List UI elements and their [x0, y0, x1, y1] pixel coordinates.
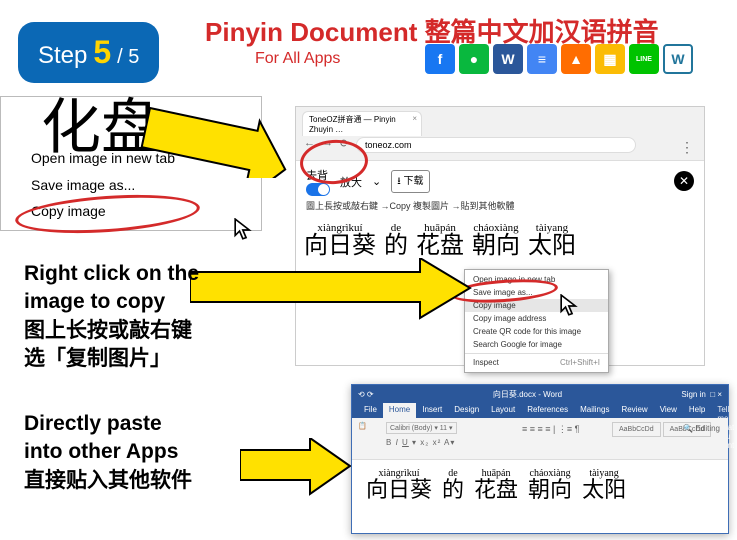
- tab-help[interactable]: Help: [683, 403, 711, 418]
- word-window: ⟲ ⟳ 向日葵.docx - Word Sign in □ × File Hom…: [351, 384, 729, 534]
- tab-references[interactable]: References: [521, 403, 574, 418]
- app-icons: f ● W ≡ ▲ ▦ LINE W: [425, 44, 693, 74]
- step-label: Step: [38, 42, 87, 70]
- word-icon: W: [493, 44, 523, 74]
- step-number: 5: [93, 34, 111, 71]
- subtitle: For All Apps: [255, 50, 340, 68]
- tab-mailings[interactable]: Mailings: [574, 403, 615, 418]
- ctx-inspect[interactable]: InspectCtrl+Shift+I: [465, 356, 608, 369]
- word-ribbon-body[interactable]: 📋 Calibri (Body) ▾ 11 ▾ B I U ▾ x₂ x² A▾…: [352, 418, 728, 460]
- word-word-3: huāpán花盘: [474, 468, 518, 501]
- tab-title: ToneOZ拼音通 — Pinyin Zhuyin …: [309, 115, 396, 134]
- google-slides-icon: ▦: [595, 44, 625, 74]
- word-document-body[interactable]: xiàngrìkuí向日葵 de的 huāpán花盘 cháoxiàng朝向 t…: [352, 460, 728, 509]
- word-5: tàiyang太阳: [528, 222, 576, 258]
- instruction-paste: Directly paste into other Apps 直接贴入其他软件: [24, 410, 192, 495]
- tab-close-icon[interactable]: ×: [412, 114, 417, 123]
- cursor-icon-2: [560, 294, 582, 323]
- tab-file[interactable]: File: [358, 403, 383, 418]
- tab-design[interactable]: Design: [448, 403, 485, 418]
- word-ribbon-tabs: File Home Insert Design Layout Reference…: [352, 403, 728, 418]
- word-word-5: tàiyang太阳: [582, 468, 626, 501]
- wechat-icon: ●: [459, 44, 489, 74]
- word-4: cháoxiàng朝向: [472, 222, 520, 258]
- tab-view[interactable]: View: [654, 403, 683, 418]
- word-word-2: de的: [442, 468, 464, 501]
- tab-layout[interactable]: Layout: [485, 403, 521, 418]
- word-3: huāpán花盘: [416, 222, 464, 258]
- word-word-4: cháoxiàng朝向: [528, 468, 572, 501]
- tab-tell-me[interactable]: Tell me what you want to do: [711, 403, 737, 418]
- ctx-search[interactable]: Search Google for image: [465, 338, 608, 351]
- word-2: de的: [384, 222, 408, 258]
- ctx-divider: [465, 353, 608, 354]
- step-total: / 5: [117, 46, 139, 69]
- browser-tab[interactable]: ToneOZ拼音通 — Pinyin Zhuyin … ×: [302, 111, 422, 136]
- download-button[interactable]: ⭳ 下载: [391, 170, 429, 193]
- word-signin[interactable]: Sign in: [681, 390, 705, 399]
- qubei-toggle[interactable]: [306, 183, 330, 196]
- close-overlay-button[interactable]: ✕: [674, 171, 694, 191]
- facebook-icon: f: [425, 44, 455, 74]
- arrow-to-context-menu: [190, 258, 490, 328]
- cursor-icon: [234, 218, 256, 247]
- word-1: xiàngrìkuí向日葵: [304, 222, 376, 258]
- step-badge: Step 5 / 5: [18, 22, 159, 83]
- line-icon: LINE: [629, 44, 659, 74]
- zoom-dropdown[interactable]: ⌄: [372, 175, 381, 188]
- tab-insert[interactable]: Insert: [416, 403, 448, 418]
- tab-review[interactable]: Review: [615, 403, 653, 418]
- tab-home[interactable]: Home: [383, 403, 416, 418]
- google-docs-icon: ≡: [527, 44, 557, 74]
- wordpress-icon: W: [663, 44, 693, 74]
- word-window-controls[interactable]: □ ×: [710, 390, 722, 399]
- pinyin-row: xiàngrìkuí向日葵 de的 huāpán花盘 cháoxiàng朝向 t…: [304, 222, 576, 258]
- browser-menu-icon[interactable]: ⋮: [680, 139, 694, 156]
- keynote-icon: ▲: [561, 44, 591, 74]
- word-doc-title: 向日葵.docx - Word: [374, 389, 682, 400]
- address-bar[interactable]: toneoz.com: [356, 137, 636, 153]
- word-qa-icons[interactable]: ⟲ ⟳: [358, 390, 374, 399]
- word-pinyin-row: xiàngrìkuí向日葵 de的 huāpán花盘 cháoxiàng朝向 t…: [366, 468, 714, 501]
- arrow-to-word: [240, 438, 360, 498]
- word-word-1: xiàngrìkuí向日葵: [366, 468, 432, 501]
- word-titlebar: ⟲ ⟳ 向日葵.docx - Word Sign in □ ×: [352, 385, 728, 403]
- hint-text: 圖上長按或敲右鍵 →Copy 複製圖片 →貼到其他軟體: [306, 199, 515, 212]
- instruction-right-click: Right click on the image to copy 图上长按或敲右…: [24, 260, 199, 373]
